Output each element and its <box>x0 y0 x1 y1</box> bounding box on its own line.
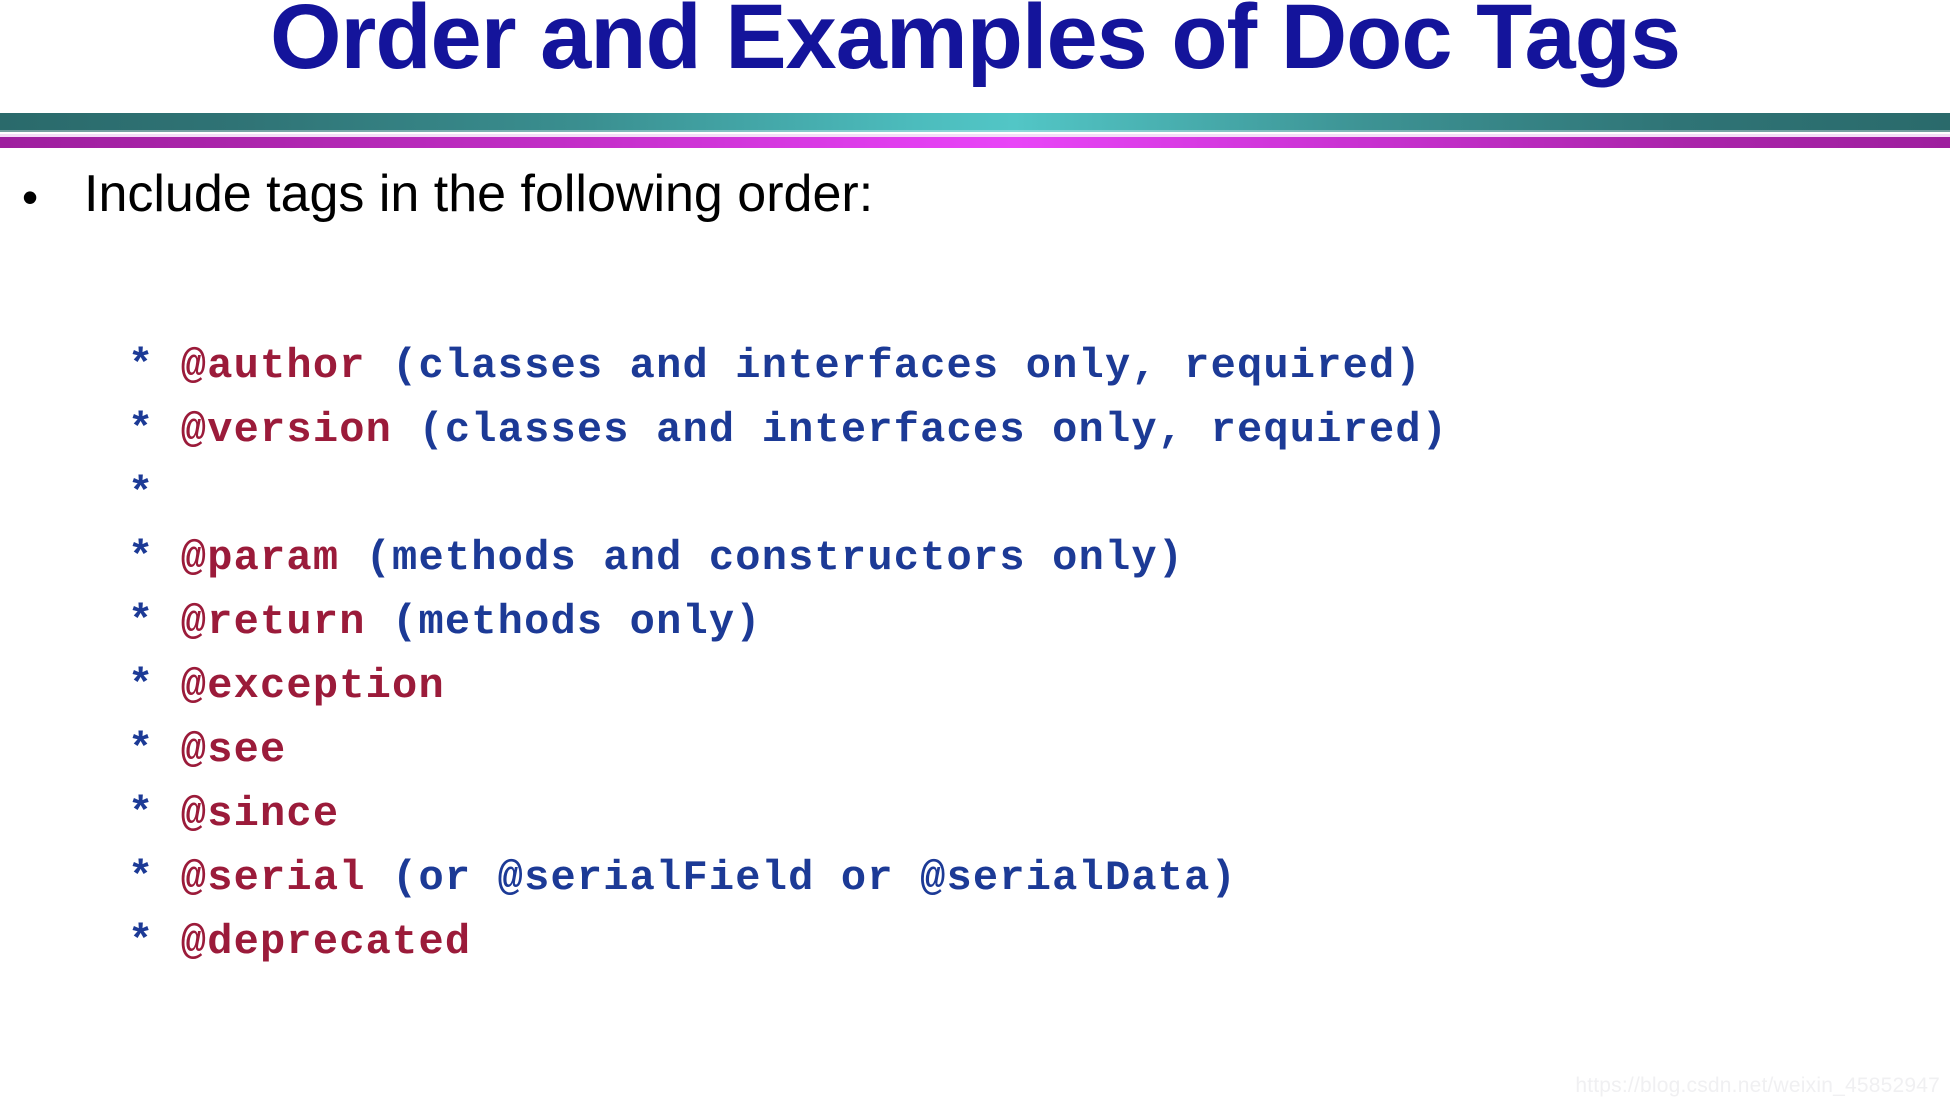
javadoc-tag-note: (methods only) <box>365 598 762 646</box>
divider-bar-teal <box>0 113 1950 132</box>
javadoc-tag: @version <box>154 406 393 454</box>
code-line: * @since <box>128 782 1448 846</box>
javadoc-tag-note: (or @serialField or @serialData) <box>365 854 1237 902</box>
code-asterisk: * <box>128 470 155 518</box>
code-line: * <box>128 462 1448 526</box>
bullet-item: • Include tags in the following order: <box>22 165 1622 223</box>
code-line: * @return (methods only) <box>128 590 1448 654</box>
code-asterisk: * <box>128 918 155 966</box>
code-asterisk: * <box>128 598 155 646</box>
javadoc-tag: @return <box>154 598 366 646</box>
code-asterisk: * <box>128 406 155 454</box>
bullet-item-label: Include tags in the following order: <box>84 165 874 223</box>
code-line: * @serial (or @serialField or @serialDat… <box>128 846 1448 910</box>
code-asterisk: * <box>128 662 155 710</box>
javadoc-tag: @author <box>154 342 366 390</box>
code-asterisk: * <box>128 534 155 582</box>
javadoc-tag: @deprecated <box>154 918 472 966</box>
code-line: * @author (classes and interfaces only, … <box>128 334 1448 398</box>
javadoc-tag-note: (classes and interfaces only, required) <box>392 406 1449 454</box>
javadoc-tag-note: (methods and constructors only) <box>339 534 1185 582</box>
code-line: * @param (methods and constructors only) <box>128 526 1448 590</box>
code-asterisk: * <box>128 854 155 902</box>
page-title: Order and Examples of Doc Tags <box>269 0 1681 88</box>
watermark-text: https://blog.csdn.net/weixin_45852947 <box>1575 1074 1940 1097</box>
code-line: * @see <box>128 718 1448 782</box>
code-asterisk: * <box>128 342 155 390</box>
javadoc-tag-note: (classes and interfaces only, required) <box>365 342 1422 390</box>
javadoc-tag: @since <box>154 790 340 838</box>
javadoc-tag: @see <box>154 726 287 774</box>
code-asterisk: * <box>128 790 155 838</box>
javadoc-tag: @exception <box>154 662 445 710</box>
header-divider <box>0 108 1950 154</box>
code-line: * @version (classes and interfaces only,… <box>128 398 1448 462</box>
code-listing: * @author (classes and interfaces only, … <box>128 334 1448 974</box>
javadoc-tag: @param <box>154 534 340 582</box>
javadoc-tag: @serial <box>154 854 366 902</box>
code-asterisk: * <box>128 726 155 774</box>
code-line: * @deprecated <box>128 910 1448 974</box>
code-line: * @exception <box>128 654 1448 718</box>
divider-bar-magenta <box>0 134 1950 148</box>
bullet-point-icon: • <box>22 171 39 223</box>
